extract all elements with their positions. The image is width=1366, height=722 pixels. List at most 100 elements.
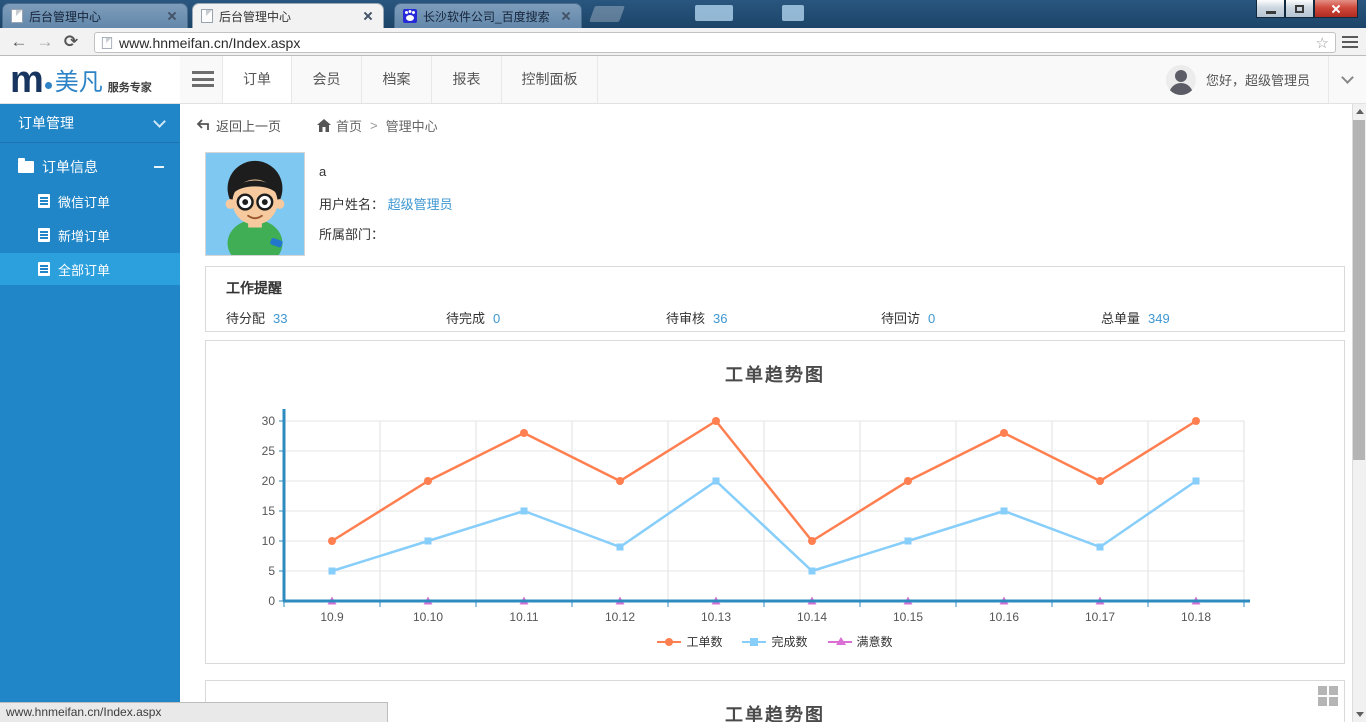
stat-value[interactable]: 0	[928, 311, 935, 326]
browser-tab-3[interactable]: 长沙软件公司_百度搜索	[394, 3, 582, 28]
nav-tab-control-panel[interactable]: 控制面板	[502, 56, 598, 103]
sidebar-item-label: 微信订单	[58, 194, 111, 210]
legend-label: 满意数	[856, 635, 893, 649]
logo-slogan: 服务专家	[107, 81, 152, 94]
scrollbar-thumb[interactable]	[1353, 120, 1365, 460]
sidebar-item-all-orders[interactable]: 全部订单	[0, 253, 180, 285]
triangle-up-icon	[1356, 109, 1364, 114]
new-tab-button[interactable]	[589, 6, 625, 22]
tab-close-icon[interactable]	[165, 9, 179, 23]
browser-menu-icon[interactable]	[1342, 36, 1358, 48]
svg-text:10.18: 10.18	[1181, 610, 1211, 624]
sidebar-item-label: 新增订单	[58, 228, 111, 244]
profile-name-label: 用户姓名：	[319, 197, 385, 212]
sidebar-item-wechat-orders[interactable]: 微信订单	[0, 185, 180, 217]
nav-tab-archives[interactable]: 档案	[362, 56, 432, 103]
breadcrumb-trail: 首页 > 管理中心	[317, 116, 438, 135]
stat-value[interactable]: 0	[493, 311, 500, 326]
svg-text:10: 10	[262, 534, 276, 548]
page-favicon-icon	[101, 36, 113, 49]
logo-m-mark: m	[10, 58, 44, 101]
legend-item[interactable]: 工单数	[657, 633, 722, 650]
titlebar-artifact	[695, 5, 733, 21]
legend-item[interactable]: 完成数	[742, 633, 808, 650]
stat-pending-finish: 待完成 0	[446, 308, 500, 327]
window-restore-button[interactable]	[1285, 0, 1314, 18]
svg-text:10.16: 10.16	[989, 610, 1019, 624]
svg-text:10.17: 10.17	[1085, 610, 1115, 624]
back-button[interactable]: ←	[6, 32, 32, 52]
trend-chart-panel: 工单趋势图 0 5 10 15 20 25 30 10.9 10.10 10.11 10.12 10.…	[205, 340, 1345, 664]
stat-label: 待审核	[666, 311, 706, 326]
svg-text:10.14: 10.14	[797, 610, 827, 624]
scroll-down-button[interactable]	[1353, 707, 1366, 722]
triangle-down-icon	[1356, 712, 1364, 717]
return-arrow-icon	[196, 119, 209, 130]
svg-text:10.10: 10.10	[413, 610, 443, 624]
minimize-icon	[1265, 10, 1276, 14]
stat-label: 待回访	[881, 311, 921, 326]
app-header: m 美凡 服务专家 订单 会员 档案 报表 控制面板 您好，超级管理员	[0, 56, 1366, 104]
stat-value[interactable]: 36	[713, 311, 727, 326]
user-menu-button[interactable]	[1328, 56, 1366, 103]
tab-close-icon[interactable]	[361, 9, 375, 23]
nav-tab-reports[interactable]: 报表	[432, 56, 502, 103]
breadcrumb-current: 管理中心	[385, 118, 438, 134]
legend-item[interactable]: 满意数	[827, 633, 893, 650]
tab-title: 后台管理中心	[219, 9, 292, 24]
breadcrumb-separator: >	[370, 117, 378, 133]
sidebar-item-label: 全部订单	[58, 262, 111, 278]
document-icon	[38, 194, 50, 208]
svg-text:10.9: 10.9	[320, 610, 344, 624]
reload-button[interactable]: ⟳	[58, 32, 84, 52]
user-greeting: 您好，超级管理员	[1205, 73, 1310, 88]
profile-username: a	[319, 164, 327, 179]
tab-close-icon[interactable]	[559, 9, 573, 23]
bookmark-star-icon[interactable]: ☆	[1316, 34, 1329, 52]
window-controls	[1256, 0, 1358, 18]
work-reminder-panel: 工作提醒 待分配 33 待完成 0 待审核 36 待回访 0 总单量 349	[205, 266, 1345, 332]
document-icon	[38, 262, 50, 276]
stat-label: 待分配	[226, 311, 266, 326]
svg-text:10.13: 10.13	[701, 610, 731, 624]
scroll-up-button[interactable]	[1353, 104, 1366, 119]
stat-value[interactable]: 33	[273, 311, 287, 326]
sidebar-section-label: 订单管理	[18, 115, 74, 131]
folder-icon	[18, 158, 34, 173]
stat-value[interactable]: 349	[1148, 311, 1170, 326]
profile-avatar-image	[205, 152, 305, 256]
svg-text:15: 15	[262, 504, 276, 518]
forward-button[interactable]: →	[32, 32, 58, 52]
sidebar-group-order-info[interactable]: 订单信息	[0, 151, 180, 183]
stat-pending-assign: 待分配 33	[226, 308, 287, 327]
svg-text:10.11: 10.11	[509, 610, 538, 624]
titlebar-artifact	[782, 5, 804, 21]
grid-widget-icon[interactable]	[1318, 686, 1338, 706]
url-text[interactable]: www.hnmeifan.cn/Index.aspx	[119, 35, 300, 51]
svg-text:0: 0	[268, 594, 275, 608]
sidebar-item-new-orders[interactable]: 新增订单	[0, 219, 180, 251]
chart-title: 工单趋势图	[725, 365, 825, 385]
collapse-minus-icon	[154, 166, 164, 168]
breadcrumb-home[interactable]: 首页	[336, 116, 362, 135]
stat-pending-review: 待审核 36	[666, 308, 727, 327]
browser-tab-1[interactable]: 后台管理中心	[2, 3, 188, 28]
browser-tab-2-active[interactable]: 后台管理中心	[192, 3, 384, 28]
logo-dot-icon	[44, 82, 52, 89]
logo-brand-text: 美凡	[54, 69, 103, 96]
nav-tab-orders[interactable]: 订单	[222, 56, 292, 103]
back-to-previous-link[interactable]: 返回上一页	[196, 116, 281, 135]
profile-dept-row: 所属部门：	[319, 224, 384, 243]
document-icon	[38, 228, 50, 242]
work-reminder-title: 工作提醒	[226, 280, 282, 296]
sidebar-toggle-icon[interactable]	[192, 71, 214, 87]
sidebar-section-order-mgmt[interactable]: 订单管理	[0, 104, 180, 143]
logo[interactable]: m 美凡 服务专家	[0, 56, 180, 103]
window-close-button[interactable]	[1314, 0, 1358, 18]
nav-tab-members[interactable]: 会员	[292, 56, 362, 103]
back-link-label: 返回上一页	[216, 118, 282, 134]
window-minimize-button[interactable]	[1256, 0, 1285, 18]
profile-name-link[interactable]: 超级管理员	[388, 197, 453, 212]
home-icon	[317, 118, 332, 132]
address-bar[interactable]: www.hnmeifan.cn/Index.aspx ☆	[94, 32, 1336, 53]
